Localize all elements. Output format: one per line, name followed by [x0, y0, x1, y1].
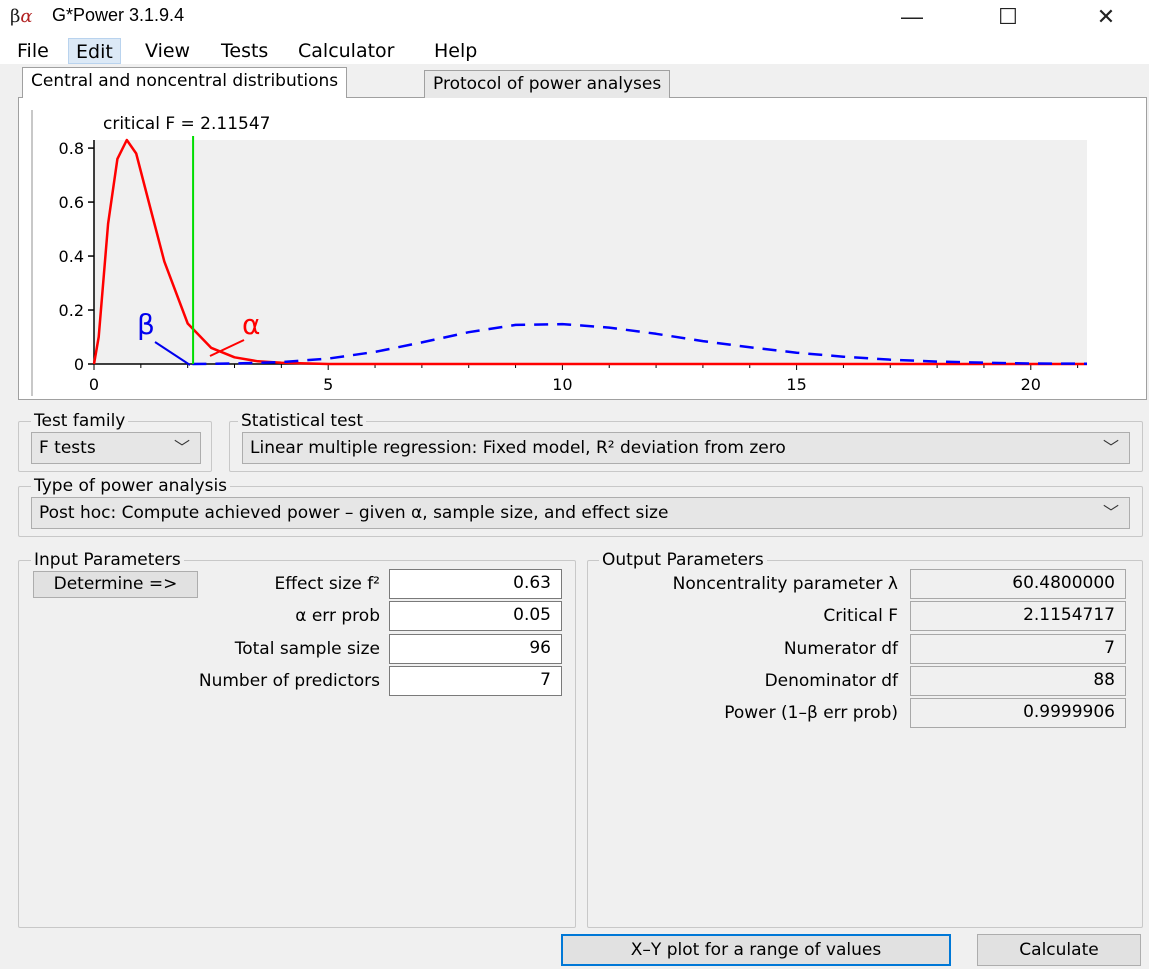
- numerator-df-label: Numerator df: [783, 639, 898, 659]
- total-sample-size-input[interactable]: 96: [389, 634, 562, 664]
- xy-plot-button[interactable]: X–Y plot for a range of values: [561, 934, 951, 966]
- statistical-test-select[interactable]: Linear multiple regression: Fixed model,…: [242, 432, 1130, 464]
- app-icon: βα: [10, 6, 33, 27]
- x-tick-label: 10: [552, 375, 572, 394]
- number-of-predictors-label: Number of predictors: [198, 671, 380, 691]
- effect-size-input[interactable]: 0.63: [389, 569, 562, 599]
- number-of-predictors-input[interactable]: 7: [389, 666, 562, 696]
- beta-symbol: β: [137, 308, 155, 341]
- effect-size-label: Effect size f²: [274, 574, 381, 594]
- statistical-test-label: Statistical test: [238, 411, 367, 431]
- y-tick-label: 0.8: [59, 139, 84, 158]
- menu-edit[interactable]: Edit: [68, 38, 121, 64]
- power-output: 0.9999906: [910, 698, 1126, 728]
- alpha-err-prob-label: α err prob: [295, 606, 380, 626]
- critical-f-label: critical F = 2.11547: [103, 114, 270, 134]
- output-parameters-title: Output Parameters: [599, 550, 767, 570]
- tab-distributions[interactable]: Central and noncentral distributions: [22, 67, 348, 98]
- close-button[interactable]: ✕: [1076, 0, 1136, 34]
- x-tick-label: 15: [786, 375, 806, 394]
- test-family-label: Test family: [31, 411, 129, 431]
- noncentrality-label: Noncentrality parameter λ: [672, 574, 898, 594]
- alpha-symbol: α: [242, 308, 260, 341]
- menu-tests[interactable]: Tests: [214, 38, 275, 64]
- window-title: G*Power 3.1.9.4: [52, 5, 185, 25]
- power-analysis-select[interactable]: Post hoc: Compute achieved power – given…: [31, 497, 1130, 529]
- total-sample-size-label: Total sample size: [234, 639, 380, 659]
- calculate-button[interactable]: Calculate: [977, 934, 1141, 966]
- test-family-select[interactable]: F tests ﹀: [31, 432, 201, 464]
- menu-file[interactable]: File: [10, 38, 56, 64]
- denominator-df-label: Denominator df: [764, 671, 898, 691]
- numerator-df-output: 7: [910, 634, 1126, 664]
- chevron-down-icon: ﹀: [1102, 438, 1119, 457]
- x-tick-label: 20: [1021, 375, 1041, 394]
- power-label: Power (1–β err prob): [724, 703, 898, 723]
- noncentrality-output: 60.4800000: [910, 569, 1126, 599]
- tab-protocol[interactable]: Protocol of power analyses: [424, 70, 671, 98]
- y-tick-label: 0.2: [59, 301, 84, 320]
- y-tick-label: 0: [74, 355, 84, 374]
- input-parameters-title: Input Parameters: [31, 550, 184, 570]
- maximize-button[interactable]: ☐: [978, 0, 1038, 34]
- menu-help[interactable]: Help: [427, 38, 484, 64]
- menu-view[interactable]: View: [138, 38, 197, 64]
- distribution-plot: 0 0.2 0.4 0.6 0.8 0 5 10 15 20 critical F = 2.11…: [31, 110, 1088, 396]
- y-tick-label: 0.6: [59, 193, 84, 212]
- x-tick-label: 0: [89, 375, 99, 394]
- menu-bar: File Edit View Tests Calculator Help: [0, 34, 1149, 64]
- denominator-df-output: 88: [910, 666, 1126, 696]
- critical-f-output: 2.1154717: [910, 601, 1126, 631]
- critical-f-output-label: Critical F: [823, 606, 898, 626]
- alpha-err-prob-input[interactable]: 0.05: [389, 601, 562, 631]
- minimize-button[interactable]: —: [882, 0, 942, 34]
- menu-calculator[interactable]: Calculator: [291, 38, 401, 64]
- chevron-down-icon: ﹀: [1102, 503, 1119, 522]
- y-tick-label: 0.4: [59, 247, 84, 266]
- chevron-down-icon: ﹀: [173, 438, 190, 457]
- title-bar: βα G*Power 3.1.9.4 — ☐ ✕: [0, 0, 1149, 34]
- x-tick-label: 5: [323, 375, 333, 394]
- power-analysis-label: Type of power analysis: [31, 476, 231, 496]
- determine-button[interactable]: Determine =>: [33, 571, 198, 598]
